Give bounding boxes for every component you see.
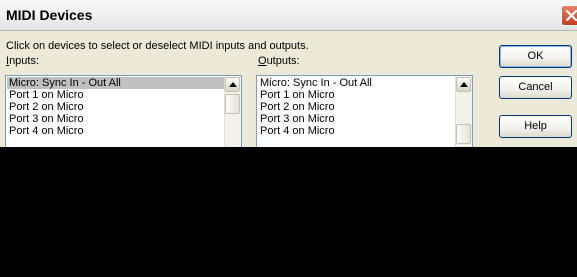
inputs-scroll-thumb[interactable] xyxy=(225,94,240,114)
inputs-list-item[interactable]: Port 3 on Micro xyxy=(7,113,224,125)
inputs-list-item[interactable]: Port 1 on Micro xyxy=(7,89,224,101)
outputs-list: Micro: Sync In - Out All Port 1 on Micro… xyxy=(258,77,455,137)
outputs-scroll-thumb[interactable] xyxy=(456,124,471,144)
close-button[interactable] xyxy=(561,5,577,26)
outputs-list-item[interactable]: Port 1 on Micro xyxy=(258,89,455,101)
outputs-list-item[interactable]: Micro: Sync In - Out All xyxy=(258,77,455,89)
title-bar[interactable]: MIDI Devices xyxy=(0,0,577,31)
help-button[interactable]: Help xyxy=(499,115,572,138)
inputs-scroll-up-button[interactable] xyxy=(225,77,240,92)
cancel-button[interactable]: Cancel xyxy=(499,76,572,99)
chevron-up-icon xyxy=(229,82,237,87)
outputs-label-accesskey: O xyxy=(258,55,267,67)
outputs-list-item[interactable]: Port 2 on Micro xyxy=(258,101,455,113)
outputs-scroll-up-button[interactable] xyxy=(456,77,471,92)
inputs-label: Inputs: xyxy=(6,55,39,67)
outputs-label-text: utputs: xyxy=(266,55,300,67)
inputs-listbox[interactable]: Micro: Sync In - Out All Port 1 on Micro… xyxy=(5,75,242,147)
outputs-list-item[interactable]: Port 3 on Micro xyxy=(258,113,455,125)
inputs-list-item[interactable]: Port 2 on Micro xyxy=(7,101,224,113)
inputs-scrollbar[interactable] xyxy=(224,76,241,147)
chevron-up-icon xyxy=(460,82,468,87)
close-x-icon xyxy=(565,9,577,22)
window-title: MIDI Devices xyxy=(6,7,93,23)
outputs-scrollbar[interactable] xyxy=(455,76,472,147)
inputs-list-item[interactable]: Port 4 on Micro xyxy=(7,125,224,137)
midi-devices-dialog: MIDI Devices Click on devices to select … xyxy=(0,0,577,147)
outputs-list-item[interactable]: Port 4 on Micro xyxy=(258,125,455,137)
inputs-label-text: nputs: xyxy=(9,55,40,67)
outputs-label: Outputs: xyxy=(258,55,300,67)
outputs-listbox[interactable]: Micro: Sync In - Out All Port 1 on Micro… xyxy=(256,75,473,147)
ok-button[interactable]: OK xyxy=(499,45,572,68)
inputs-list-item[interactable]: Micro: Sync In - Out All xyxy=(7,77,224,89)
instructions-text: Click on devices to select or deselect M… xyxy=(6,40,309,52)
inputs-list: Micro: Sync In - Out All Port 1 on Micro… xyxy=(7,77,224,137)
